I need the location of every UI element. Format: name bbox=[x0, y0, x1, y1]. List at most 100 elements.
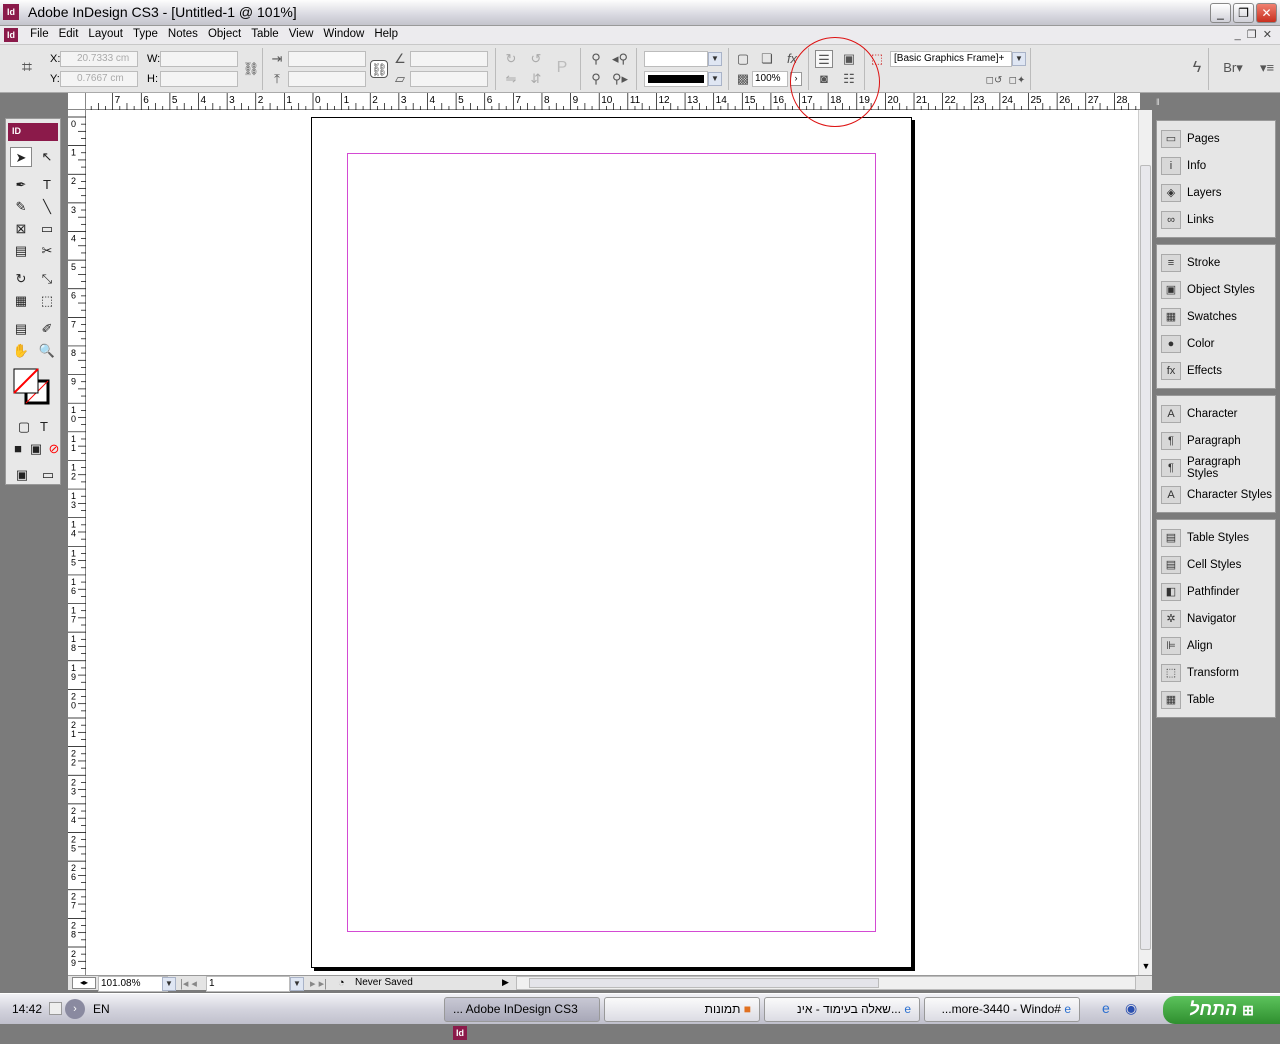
w-field[interactable] bbox=[160, 51, 238, 67]
panel-tab-transform[interactable]: ⬚ Transform bbox=[1157, 659, 1275, 686]
panel-tab-paragraph-styles[interactable]: ¶ Paragraph Styles bbox=[1157, 454, 1275, 481]
zoom-dropdown[interactable]: ▼ bbox=[162, 977, 176, 991]
page-field[interactable]: 1 bbox=[206, 976, 290, 992]
panel-tab-object-styles[interactable]: ▣ Object Styles bbox=[1157, 276, 1275, 303]
constrain-proportions-icon[interactable]: ⛓ bbox=[242, 60, 260, 78]
status-menu-arrow[interactable]: ▶ bbox=[502, 977, 509, 988]
horizontal-scrollbar[interactable] bbox=[516, 976, 1136, 990]
scroll-down-arrow[interactable]: ▼ bbox=[1140, 961, 1152, 975]
panel-tab-character[interactable]: A Character bbox=[1157, 400, 1275, 427]
preview-mode-icon[interactable]: ▭ bbox=[40, 465, 56, 485]
h-field[interactable] bbox=[160, 71, 238, 87]
menu-help[interactable]: Help bbox=[369, 26, 403, 40]
panel-tab-info[interactable]: i Info bbox=[1157, 152, 1275, 179]
task-pictures[interactable]: תמונות ■ bbox=[604, 997, 760, 1022]
page-dropdown[interactable]: ▼ bbox=[290, 977, 304, 991]
zoom-field[interactable]: 101.08% bbox=[98, 976, 168, 992]
horizontal-ruler[interactable]: 7 6 5 4 3 2 1 0 1 2 3 4 5 6 7 8 9 10 11 12 13 14 15 16 17 18 19 20 2… bbox=[68, 93, 1140, 110]
reference-point-icon[interactable]: ⌗ bbox=[18, 58, 36, 76]
fill-stroke-swatch[interactable] bbox=[12, 367, 52, 407]
select-container-icon[interactable]: ⚲ bbox=[587, 50, 605, 68]
shear-field[interactable] bbox=[410, 71, 488, 87]
quick-launch-ie-icon[interactable]: e bbox=[1102, 1000, 1110, 1016]
selection-tool-icon[interactable]: ➤ bbox=[10, 147, 32, 167]
bridge-icon[interactable]: Br▾ bbox=[1218, 59, 1248, 77]
panel-tab-navigator[interactable]: ✲ Navigator bbox=[1157, 605, 1275, 632]
rotate-ccw-icon[interactable]: ↺ bbox=[527, 50, 545, 68]
scissors-tool-icon[interactable]: ✂ bbox=[36, 241, 58, 261]
panel-tab-stroke[interactable]: ≡ Stroke bbox=[1157, 249, 1275, 276]
pasteboard[interactable] bbox=[86, 110, 1138, 975]
clear-attributes-icon[interactable]: ◻✦ bbox=[1008, 72, 1026, 90]
drop-shadow-icon[interactable]: ▢ bbox=[734, 50, 752, 68]
panel-tab-color[interactable]: ● Color bbox=[1157, 330, 1275, 357]
task-ie-2[interactable]: ...more-3440 - Windo# e bbox=[924, 997, 1080, 1022]
flip-horizontal-icon[interactable]: ⇋ bbox=[502, 70, 520, 88]
eyedropper-tool-icon[interactable]: ✐ bbox=[36, 319, 58, 339]
panel-tab-swatches[interactable]: ▦ Swatches bbox=[1157, 303, 1275, 330]
select-next-icon[interactable]: ⚲▸ bbox=[611, 70, 629, 88]
panel-tab-table[interactable]: ▦ Table bbox=[1157, 686, 1275, 713]
pencil-tool-icon[interactable]: ✎ bbox=[10, 197, 32, 217]
select-previous-icon[interactable]: ◂⚲ bbox=[611, 50, 629, 68]
language-indicator[interactable]: EN bbox=[93, 1002, 110, 1016]
task-indesign[interactable]: ... Adobe InDesign CS3 Id bbox=[444, 997, 600, 1040]
apply-none-icon[interactable]: ⊘ bbox=[46, 439, 62, 459]
rotate-tool-icon[interactable]: ↻ bbox=[10, 269, 32, 289]
scale-tool-icon[interactable]: ⤡ bbox=[36, 269, 58, 289]
vertical-scrollbar[interactable]: ▼ bbox=[1138, 110, 1152, 975]
document-window-controls[interactable]: _ ❐ ✕ bbox=[1235, 28, 1272, 41]
task-ie-1[interactable]: שאלה בעימוד - אינ... e bbox=[764, 997, 920, 1022]
panel-tab-pages[interactable]: ▭ Pages bbox=[1157, 125, 1275, 152]
quick-apply-icon[interactable]: ϟ bbox=[1188, 59, 1206, 77]
next-page-button[interactable]: ▸ ▸| bbox=[310, 977, 327, 990]
formatting-container-icon[interactable]: ▢ bbox=[16, 417, 32, 437]
object-style-dropdown[interactable]: ▼ bbox=[1012, 52, 1026, 66]
panel-tab-character-styles[interactable]: A Character Styles bbox=[1157, 481, 1275, 508]
constrain-scale-button[interactable]: ⛓ bbox=[370, 60, 388, 78]
panel-tab-pathfinder[interactable]: ◧ Pathfinder bbox=[1157, 578, 1275, 605]
document-page[interactable] bbox=[311, 117, 912, 968]
h-scroll-thumb[interactable] bbox=[529, 978, 879, 988]
tray-icon[interactable] bbox=[49, 1002, 62, 1015]
panel-menu-icon[interactable]: ▾≡ bbox=[1258, 59, 1276, 77]
toggle-status-icon[interactable]: ◂▸ bbox=[72, 977, 96, 989]
menu-object[interactable]: Object bbox=[203, 26, 246, 40]
panel-tab-layers[interactable]: ◈ Layers bbox=[1157, 179, 1275, 206]
scroll-thumb[interactable] bbox=[1140, 165, 1151, 950]
panel-tab-cell-styles[interactable]: ▤ Cell Styles bbox=[1157, 551, 1275, 578]
first-page-button[interactable]: |◂ ◂ bbox=[180, 977, 197, 990]
object-style-field[interactable]: [Basic Graphics Frame]+ bbox=[890, 51, 1012, 67]
scale-x-field[interactable] bbox=[288, 51, 366, 67]
menu-notes[interactable]: Notes bbox=[163, 26, 203, 40]
rotation-field[interactable] bbox=[410, 51, 488, 67]
shadow-icon[interactable]: ❏ bbox=[758, 50, 776, 68]
type-tool-icon[interactable]: T bbox=[36, 175, 58, 195]
panel-tab-effects[interactable]: fx Effects bbox=[1157, 357, 1275, 384]
clear-overrides-icon[interactable]: ◻↺ bbox=[985, 72, 1003, 90]
panel-tab-table-styles[interactable]: ▤ Table Styles bbox=[1157, 524, 1275, 551]
menu-window[interactable]: Window bbox=[318, 26, 369, 40]
apply-gradient-icon[interactable]: ▣ bbox=[28, 439, 44, 459]
apply-color-icon[interactable]: ■ bbox=[10, 439, 26, 459]
start-button[interactable]: התחל ⊞ bbox=[1163, 996, 1280, 1024]
zoom-tool-icon[interactable]: 🔍 bbox=[36, 341, 58, 361]
menu-view[interactable]: View bbox=[284, 26, 319, 40]
button-tool-icon[interactable]: ▤ bbox=[10, 241, 32, 261]
rectangle-tool-icon[interactable]: ▭ bbox=[36, 219, 58, 239]
normal-view-icon[interactable]: ▣ bbox=[14, 465, 30, 485]
hand-tool-icon[interactable]: ✋ bbox=[10, 341, 32, 361]
pen-tool-icon[interactable]: ✒ bbox=[10, 175, 32, 195]
rectangle-frame-tool-icon[interactable]: ⊠ bbox=[10, 219, 32, 239]
close-button[interactable]: ✕ bbox=[1256, 3, 1277, 23]
quick-launch-media-icon[interactable]: ◉ bbox=[1125, 1000, 1137, 1017]
tray-expand-button[interactable]: › bbox=[65, 999, 85, 1019]
maximize-button[interactable]: ❐ bbox=[1233, 3, 1254, 23]
fill-swatch-field[interactable] bbox=[644, 51, 708, 67]
panel-tab-links[interactable]: ∞ Links bbox=[1157, 206, 1275, 233]
panel-tab-align[interactable]: ⊫ Align bbox=[1157, 632, 1275, 659]
dock-collapse-button[interactable]: ‖ bbox=[1152, 93, 1280, 113]
minimize-button[interactable]: _ bbox=[1210, 3, 1231, 23]
scale-y-field[interactable] bbox=[288, 71, 366, 87]
x-field[interactable]: 20.7333 cm bbox=[60, 51, 138, 67]
